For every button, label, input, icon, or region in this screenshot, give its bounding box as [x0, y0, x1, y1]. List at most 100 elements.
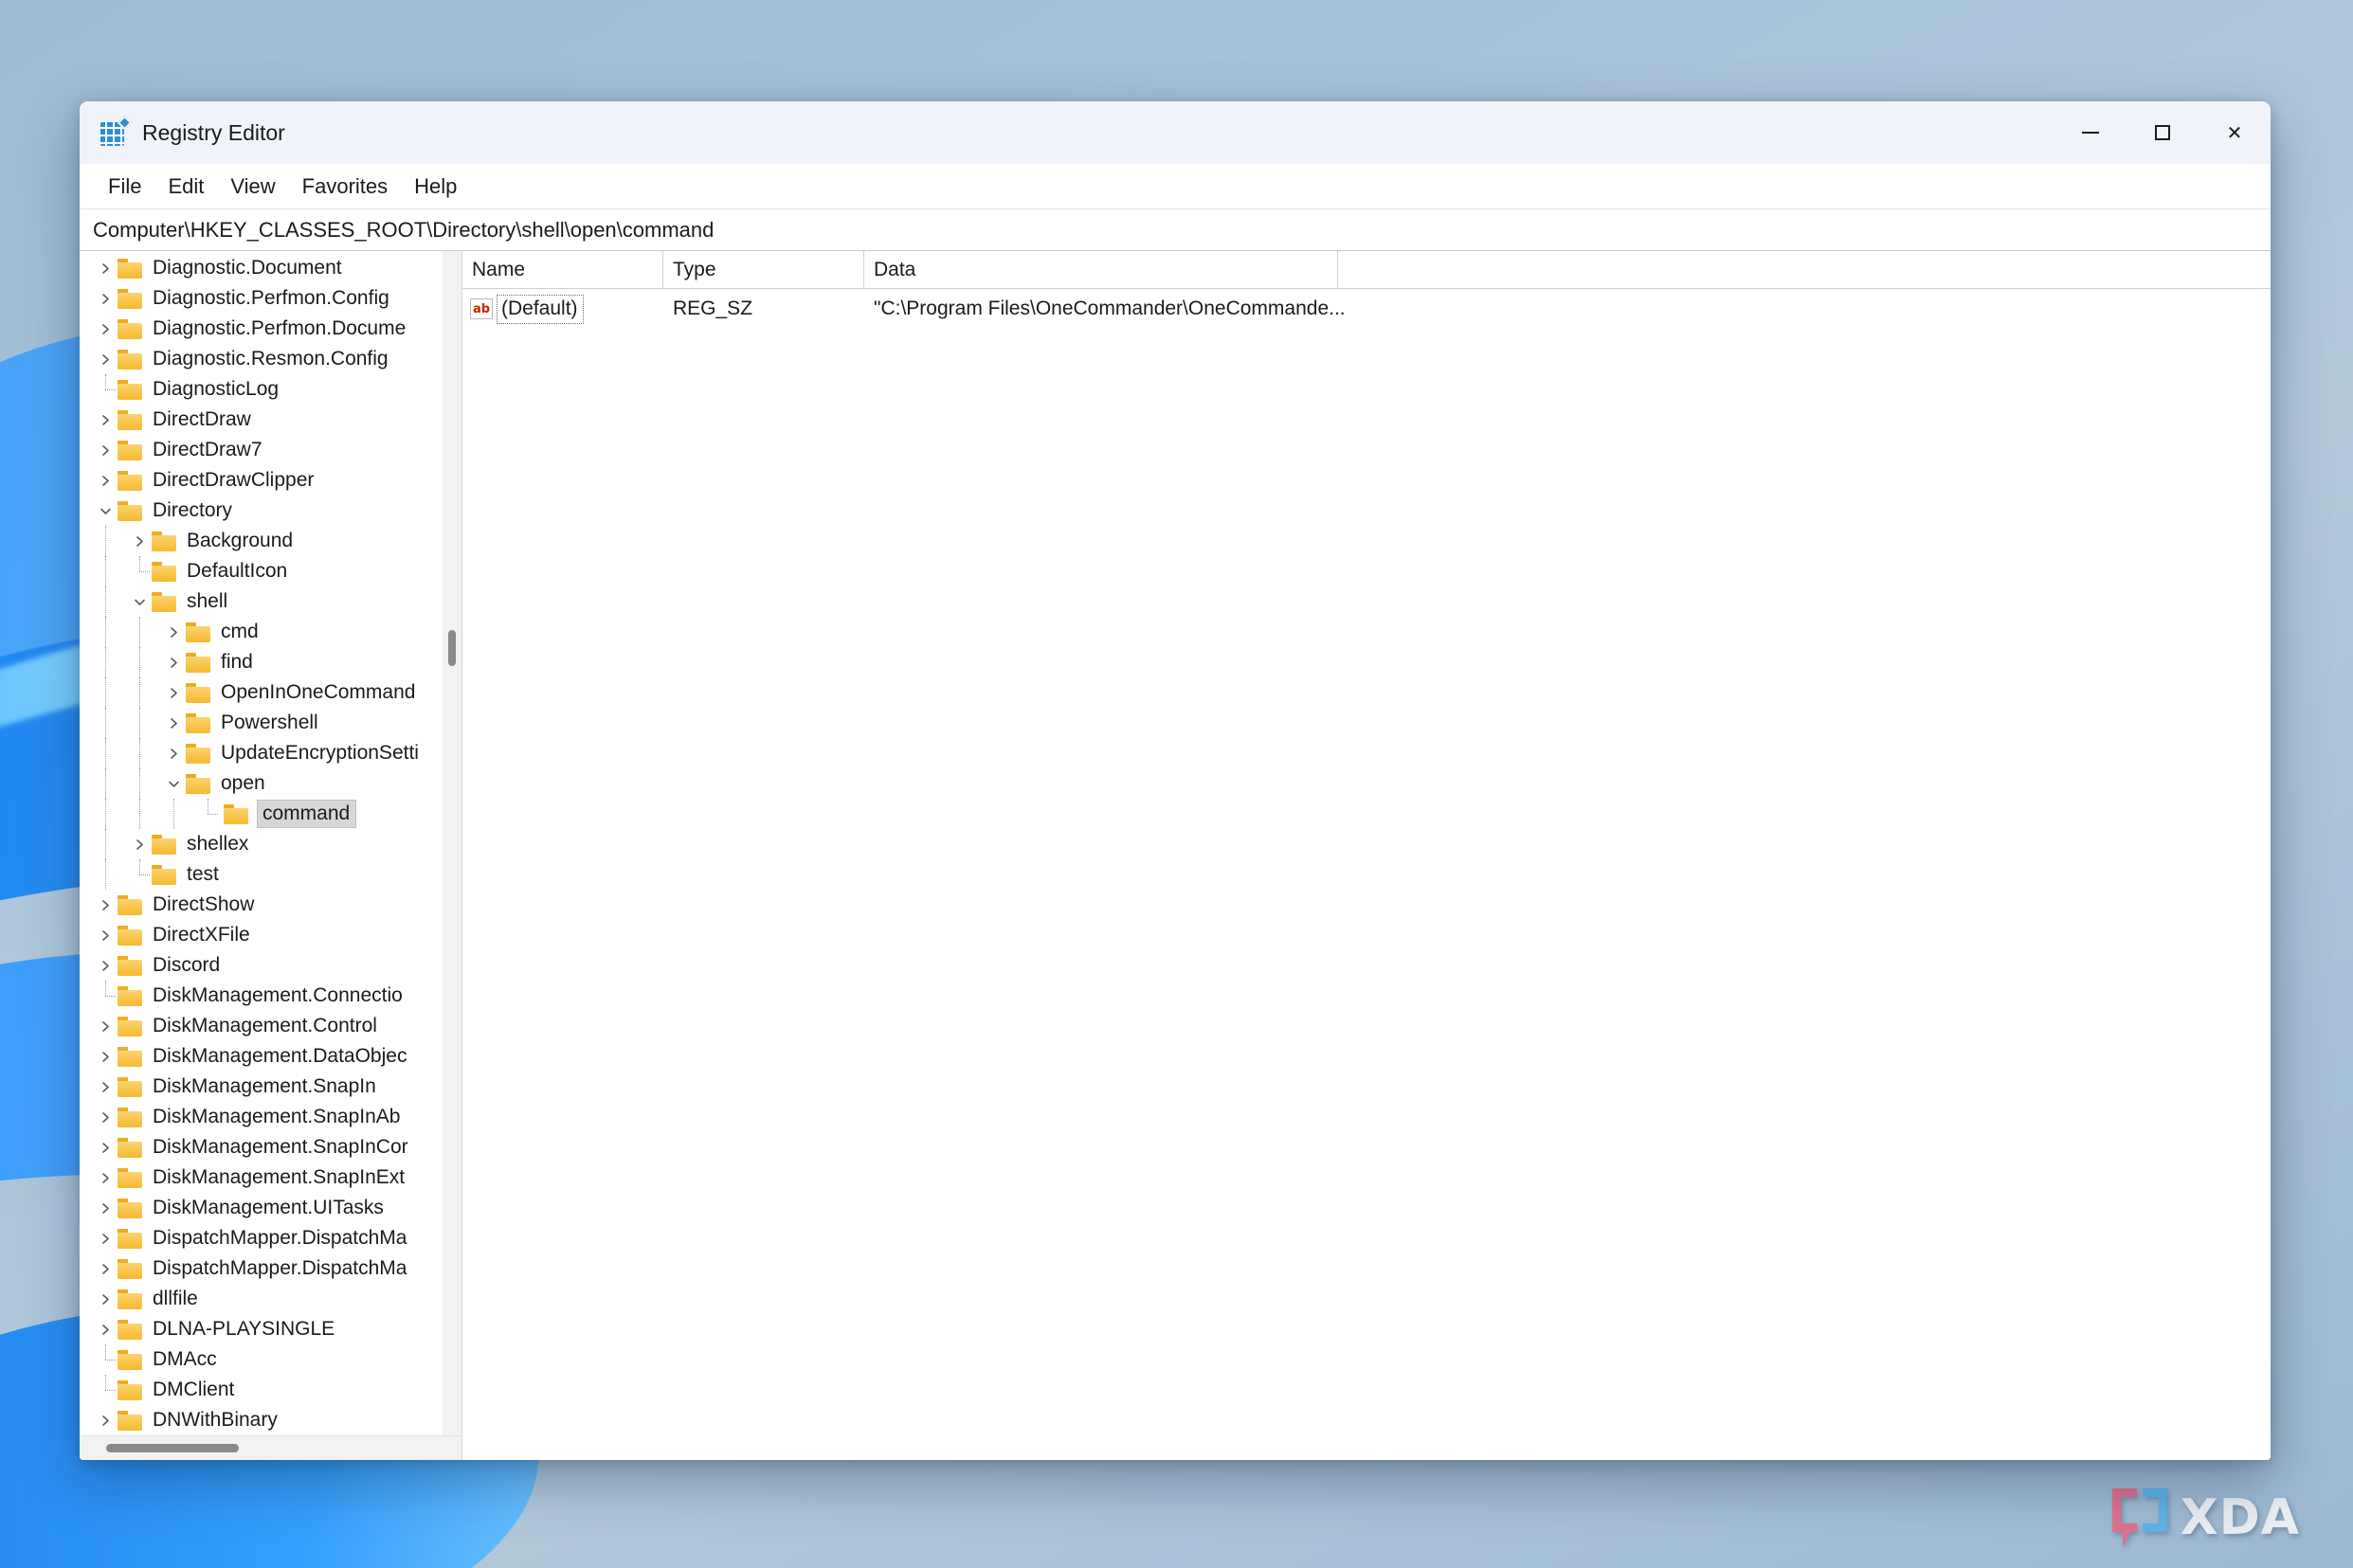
tree-vertical-scrollbar[interactable]: [443, 251, 462, 1435]
chevron-right-icon[interactable]: [93, 1293, 118, 1306]
chevron-right-icon[interactable]: [127, 535, 152, 548]
tree-node-diagnostic-document[interactable]: Diagnostic.Document: [80, 253, 443, 283]
tree-node-directdrawclipper[interactable]: DirectDrawClipper: [80, 465, 443, 496]
chevron-right-icon[interactable]: [93, 1172, 118, 1184]
tree-node-dmclient[interactable]: DMClient: [80, 1375, 443, 1405]
tree-node-diagnosticlog[interactable]: DiagnosticLog: [80, 374, 443, 405]
tree-node-label: DLNA-PLAYSINGLE: [151, 1315, 337, 1343]
tree-node-dllfile[interactable]: dllfile: [80, 1284, 443, 1314]
chevron-down-icon[interactable]: [93, 505, 118, 517]
chevron-right-icon[interactable]: [161, 657, 186, 669]
chevron-right-icon[interactable]: [93, 929, 118, 942]
tree-node-diskmanagement-connectio[interactable]: DiskManagement.Connectio: [80, 981, 443, 1011]
tree-node-directshow[interactable]: DirectShow: [80, 890, 443, 920]
chevron-right-icon[interactable]: [93, 960, 118, 972]
chevron-right-icon[interactable]: [161, 717, 186, 730]
tree-node-dnwithbinary[interactable]: DNWithBinary: [80, 1405, 443, 1435]
tree-node-openinonecommand[interactable]: OpenInOneCommand: [80, 677, 443, 708]
chevron-right-icon[interactable]: [93, 262, 118, 275]
address-bar[interactable]: Computer\HKEY_CLASSES_ROOT\Directory\she…: [80, 209, 2271, 251]
chevron-right-icon[interactable]: [93, 899, 118, 911]
tree-node-dlna-playsingle[interactable]: DLNA-PLAYSINGLE: [80, 1314, 443, 1344]
tree-horizontal-scrollbar[interactable]: [80, 1435, 462, 1460]
tree-node-directory[interactable]: Directory: [80, 496, 443, 526]
tree-node-updateencryptionsetti[interactable]: UpdateEncryptionSetti: [80, 738, 443, 768]
column-header-name[interactable]: Name: [462, 251, 663, 288]
tree-node-diagnostic-perfmon-config[interactable]: Diagnostic.Perfmon.Config: [80, 283, 443, 314]
chevron-right-icon[interactable]: [93, 1415, 118, 1427]
column-header-type[interactable]: Type: [663, 251, 864, 288]
tree-node-diagnostic-resmon-config[interactable]: Diagnostic.Resmon.Config: [80, 344, 443, 374]
tree-node-dispatchmapper-dispatchma[interactable]: DispatchMapper.DispatchMa: [80, 1253, 443, 1284]
chevron-right-icon[interactable]: [93, 1263, 118, 1275]
chevron-right-icon[interactable]: [127, 838, 152, 851]
column-header-data[interactable]: Data: [864, 251, 1338, 288]
tree-node-directdraw[interactable]: DirectDraw: [80, 405, 443, 435]
tree-node-dispatchmapper-dispatchma[interactable]: DispatchMapper.DispatchMa: [80, 1223, 443, 1253]
menu-item-file[interactable]: File: [95, 170, 154, 204]
tree-node-diskmanagement-snapinext[interactable]: DiskManagement.SnapInExt: [80, 1162, 443, 1193]
maximize-button[interactable]: [2127, 101, 2199, 164]
tree-elbow: [93, 1344, 118, 1375]
tree-indent: [80, 890, 93, 920]
tree-node-directxfile[interactable]: DirectXFile: [80, 920, 443, 950]
chevron-right-icon[interactable]: [161, 687, 186, 699]
menu-item-favorites[interactable]: Favorites: [289, 170, 401, 204]
tree-node-diskmanagement-dataobjec[interactable]: DiskManagement.DataObjec: [80, 1041, 443, 1072]
tree-node-discord[interactable]: Discord: [80, 950, 443, 981]
chevron-right-icon[interactable]: [93, 353, 118, 366]
tree-node-shell[interactable]: shell: [80, 586, 443, 617]
menu-item-view[interactable]: View: [217, 170, 288, 204]
tree-node-shellex[interactable]: shellex: [80, 829, 443, 859]
chevron-down-icon[interactable]: [127, 596, 152, 608]
folder-icon: [152, 562, 176, 582]
tree-node-directdraw7[interactable]: DirectDraw7: [80, 435, 443, 465]
tree-node-diskmanagement-snapin[interactable]: DiskManagement.SnapIn: [80, 1072, 443, 1102]
chevron-right-icon[interactable]: [93, 1142, 118, 1154]
tree-node-diskmanagement-uitasks[interactable]: DiskManagement.UITasks: [80, 1193, 443, 1223]
menu-item-help[interactable]: Help: [401, 170, 470, 204]
chevron-right-icon[interactable]: [93, 293, 118, 305]
chevron-right-icon[interactable]: [93, 1051, 118, 1063]
chevron-right-icon[interactable]: [93, 475, 118, 487]
chevron-right-icon[interactable]: [93, 1324, 118, 1336]
tree-node-background[interactable]: Background: [80, 526, 443, 556]
chevron-right-icon[interactable]: [161, 748, 186, 760]
tree-vertical-scrollbar-thumb[interactable]: [448, 630, 456, 666]
tree-node-diskmanagement-snapincor[interactable]: DiskManagement.SnapInCor: [80, 1132, 443, 1162]
tree-node-diskmanagement-snapinab[interactable]: DiskManagement.SnapInAb: [80, 1102, 443, 1132]
tree-node-label: dllfile: [151, 1285, 201, 1313]
chevron-right-icon[interactable]: [93, 1233, 118, 1245]
tree-node-test[interactable]: test: [80, 859, 443, 890]
close-button[interactable]: ✕: [2199, 101, 2271, 164]
tree-node-label: Discord: [151, 951, 223, 980]
value-row[interactable]: ab(Default)REG_SZ"C:\Program Files\OneCo…: [462, 293, 2271, 325]
chevron-down-icon[interactable]: [161, 778, 186, 790]
tree-horizontal-scrollbar-thumb[interactable]: [106, 1444, 239, 1452]
title-bar[interactable]: Registry Editor ✕: [80, 101, 2271, 164]
chevron-right-icon[interactable]: [93, 323, 118, 335]
minimize-button[interactable]: [2054, 101, 2127, 164]
chevron-right-icon[interactable]: [93, 1020, 118, 1033]
tree-indent: [80, 374, 93, 405]
chevron-right-icon[interactable]: [93, 414, 118, 426]
chevron-right-icon[interactable]: [93, 1111, 118, 1124]
tree-node-cmd[interactable]: cmd: [80, 617, 443, 647]
tree-indent: [80, 829, 127, 859]
tree-node-dmacc[interactable]: DMAcc: [80, 1344, 443, 1375]
tree-indent: [80, 1223, 93, 1253]
tree-node-diagnostic-perfmon-docume[interactable]: Diagnostic.Perfmon.Docume: [80, 314, 443, 344]
chevron-right-icon[interactable]: [93, 1081, 118, 1093]
tree-indent: [80, 859, 127, 890]
menu-item-edit[interactable]: Edit: [154, 170, 217, 204]
tree-node-find[interactable]: find: [80, 647, 443, 677]
tree-node-diskmanagement-control[interactable]: DiskManagement.Control: [80, 1011, 443, 1041]
tree-node-open[interactable]: open: [80, 768, 443, 799]
tree-node-defaulticon[interactable]: DefaultIcon: [80, 556, 443, 586]
chevron-right-icon[interactable]: [93, 444, 118, 457]
tree-node-powershell[interactable]: Powershell: [80, 708, 443, 738]
tree-node-label: Diagnostic.Perfmon.Config: [151, 284, 392, 313]
chevron-right-icon[interactable]: [161, 626, 186, 639]
tree-node-command[interactable]: command: [80, 799, 443, 829]
chevron-right-icon[interactable]: [93, 1202, 118, 1215]
